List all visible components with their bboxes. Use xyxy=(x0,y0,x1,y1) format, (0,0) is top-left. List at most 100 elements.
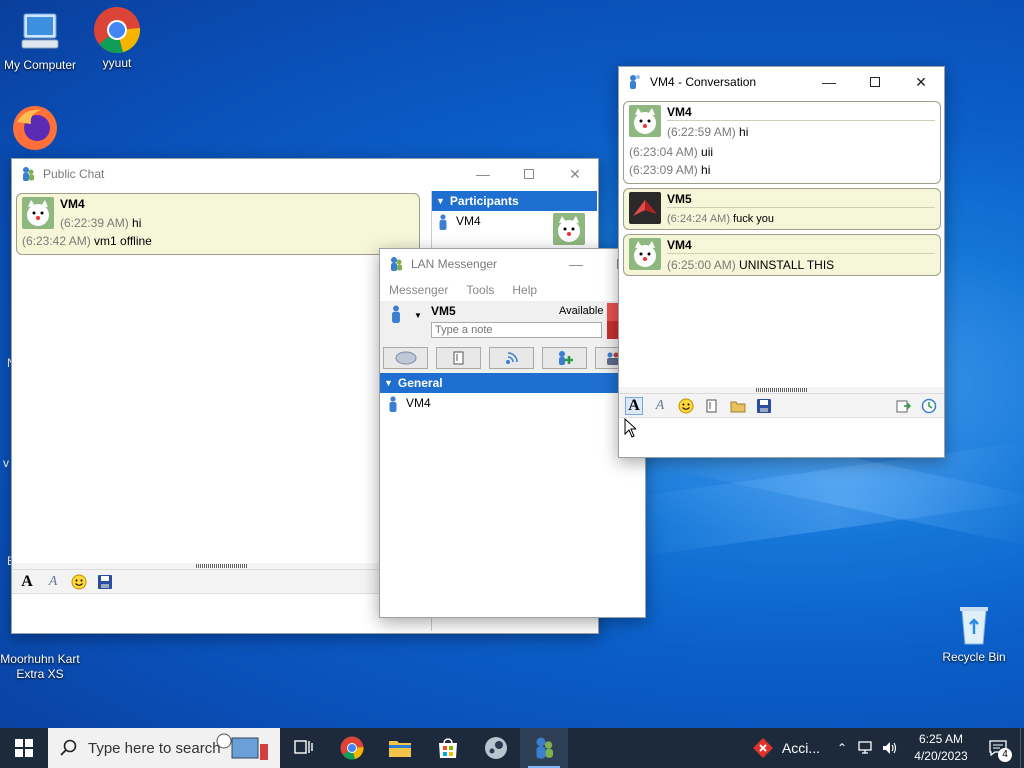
cat-avatar xyxy=(553,213,585,245)
user-status-icon[interactable] xyxy=(390,305,402,326)
send-file-button[interactable] xyxy=(436,347,481,369)
tray-app-accident[interactable]: Acci... xyxy=(748,728,830,768)
message-line: (6:24:24 AM) fuck you xyxy=(667,213,775,225)
clock[interactable]: 6:25 AM 4/20/2023 xyxy=(906,731,976,765)
message-input[interactable] xyxy=(12,593,431,633)
chat-button[interactable] xyxy=(383,347,428,369)
start-button[interactable] xyxy=(0,728,48,768)
lan-messenger-icon xyxy=(388,256,404,272)
message-log[interactable]: VM4 (6:22:59 AM) hi (6:23:04 AM) uii (6:… xyxy=(623,101,941,276)
warning-diamond-icon xyxy=(752,738,773,758)
user-status: Available xyxy=(559,305,604,317)
origami-avatar xyxy=(629,192,661,224)
save-icon[interactable] xyxy=(755,397,773,415)
windows-icon xyxy=(15,739,33,757)
taskbar-steam[interactable] xyxy=(472,728,520,768)
send-folder-icon[interactable] xyxy=(729,397,747,415)
chrome-icon xyxy=(340,736,364,760)
save-icon[interactable] xyxy=(96,573,114,591)
minimize-button[interactable]: — xyxy=(553,249,599,279)
font-color-icon[interactable]: A xyxy=(651,397,669,415)
desktop-icon-moorhuhn[interactable]: Moorhuhn Kart Extra XS xyxy=(0,630,80,682)
broadcast-button[interactable] xyxy=(489,347,534,369)
store-icon xyxy=(439,738,457,758)
smiley-icon[interactable] xyxy=(677,397,695,415)
chevron-up-icon[interactable]: ⌃ xyxy=(830,741,854,755)
action-toolbar xyxy=(380,343,645,373)
sender-name: VM4 xyxy=(667,105,935,121)
transfers-icon[interactable] xyxy=(894,397,912,415)
desktop-icon-label: Recycle Bin xyxy=(942,650,1006,664)
conversation-window[interactable]: VM4 - Conversation — ✕ VM4 (6:22:59 AM) … xyxy=(618,66,945,458)
message-input[interactable] xyxy=(619,417,944,453)
add-user-icon xyxy=(558,351,573,365)
font-icon[interactable]: A xyxy=(625,396,643,415)
user-status-icon xyxy=(627,74,643,90)
network-icon[interactable] xyxy=(854,741,878,755)
search-box[interactable]: Type here to search xyxy=(48,728,280,768)
menu-messenger[interactable]: Messenger xyxy=(389,283,448,297)
folder-icon xyxy=(389,741,411,757)
desktop-icon-my-computer[interactable]: My Computer xyxy=(0,8,80,73)
taskbar-file-explorer[interactable] xyxy=(376,728,424,768)
title-bar[interactable]: Public Chat — ✕ xyxy=(12,159,598,189)
font-icon[interactable]: A xyxy=(18,573,36,591)
title-bar[interactable]: VM4 - Conversation — ✕ xyxy=(619,67,944,97)
participants-header-label: Participants xyxy=(449,194,519,208)
message-line: (6:23:04 AM) uii xyxy=(629,145,714,159)
maximize-button[interactable] xyxy=(506,159,552,189)
taskbar-chrome[interactable] xyxy=(328,728,376,768)
cat-avatar xyxy=(22,197,54,229)
close-button[interactable]: ✕ xyxy=(552,159,598,189)
contact-item[interactable]: VM4 xyxy=(380,393,645,427)
font-color-icon[interactable]: A xyxy=(44,573,62,591)
collapse-arrow-icon: ▼ xyxy=(384,378,393,388)
maximize-button[interactable] xyxy=(852,67,898,97)
taskbar-lan-messenger[interactable] xyxy=(520,728,568,768)
add-contact-button[interactable] xyxy=(542,347,587,369)
participants-header[interactable]: ▼ Participants xyxy=(432,191,597,211)
title-bar[interactable]: LAN Messenger — xyxy=(380,249,645,279)
menu-tools[interactable]: Tools xyxy=(466,283,494,297)
note-input[interactable] xyxy=(431,322,602,338)
chat-icon xyxy=(395,351,416,365)
status-dropdown-icon[interactable]: ▼ xyxy=(414,311,422,320)
send-file-icon[interactable] xyxy=(703,397,721,415)
show-desktop-button[interactable] xyxy=(1020,728,1024,768)
task-view-button[interactable] xyxy=(280,728,328,768)
history-icon[interactable] xyxy=(920,397,938,415)
message-line: (6:23:09 AM) hi xyxy=(629,163,711,177)
cat-avatar xyxy=(629,105,661,137)
minimize-button[interactable]: — xyxy=(806,67,852,97)
search-icon xyxy=(60,739,77,756)
firefox-icon xyxy=(11,104,59,152)
desktop-icon-yyuut[interactable]: yyuut xyxy=(77,6,157,71)
broadcast-icon xyxy=(505,352,518,364)
message-bubble: VM4 (6:22:59 AM) hi (6:23:04 AM) uii (6:… xyxy=(623,101,941,184)
desktop-icon-recycle-bin[interactable]: Recycle Bin xyxy=(934,600,1014,665)
lan-messenger-window[interactable]: LAN Messenger — Messenger Tools Help ▼ V… xyxy=(379,248,646,618)
clock-date: 4/20/2023 xyxy=(914,749,968,763)
participant-item[interactable]: VM4 xyxy=(432,211,597,245)
user-status-icon xyxy=(438,214,448,230)
format-toolbar: A A xyxy=(12,569,431,593)
group-header-general[interactable]: ▼ General xyxy=(380,373,645,393)
desktop-icon-firefox[interactable] xyxy=(0,104,70,154)
participant-name: VM4 xyxy=(456,214,481,228)
search-highlight-icon xyxy=(214,732,274,764)
volume-icon[interactable] xyxy=(878,741,902,755)
notification-badge: 4 xyxy=(998,748,1012,762)
mouse-cursor xyxy=(624,417,638,441)
notification-center-button[interactable]: 4 xyxy=(976,728,1020,768)
desktop-partial-label: v xyxy=(3,456,9,470)
menu-help[interactable]: Help xyxy=(512,283,537,297)
desktop-icon-label: yyuut xyxy=(102,56,132,70)
taskbar-store[interactable] xyxy=(424,728,472,768)
sender-name: VM4 xyxy=(60,197,85,211)
message-log[interactable]: VM4 (6:22:39 AM) hi (6:23:42 AM) vm1 off… xyxy=(16,193,420,561)
clock-time: 6:25 AM xyxy=(918,732,964,746)
minimize-button[interactable]: — xyxy=(460,159,506,189)
close-button[interactable]: ✕ xyxy=(898,67,944,97)
smiley-icon[interactable] xyxy=(70,573,88,591)
window-title: VM4 - Conversation xyxy=(650,75,757,89)
